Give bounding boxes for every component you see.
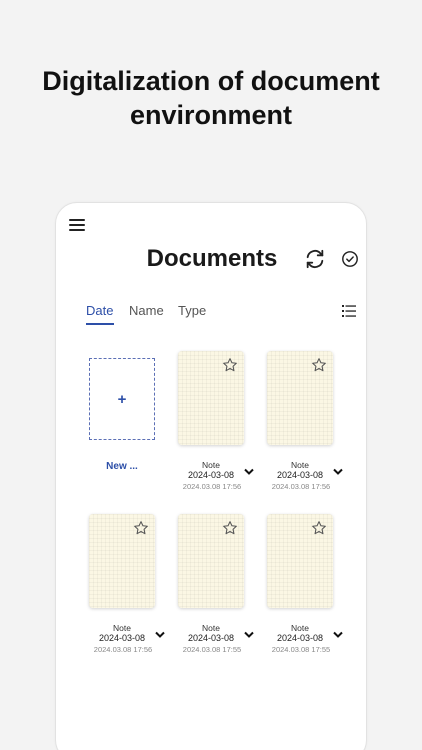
sync-icon[interactable] [304,248,326,270]
star-icon[interactable] [222,520,238,536]
promo-headline: Digitalization of document environment [0,64,422,132]
document-thumbnail[interactable] [178,514,244,608]
active-tab-indicator [86,323,114,325]
document-thumbnail[interactable] [89,514,155,608]
star-icon[interactable] [222,357,238,373]
document-date: 2024-03-08 [187,633,235,643]
document-date: 2024-03-08 [98,633,146,643]
document-timestamp: 2024.03.08 17:55 [271,645,331,654]
document-date: 2024-03-08 [187,470,235,480]
document-timestamp: 2024.03.08 17:56 [93,645,153,654]
tab-name[interactable]: Name [129,303,164,318]
document-timestamp: 2024.03.08 17:56 [182,482,242,491]
document-thumbnail[interactable] [267,351,333,445]
document-date: 2024-03-08 [276,470,324,480]
document-name: Note [202,623,220,633]
document-date: 2024-03-08 [276,633,324,643]
document-timestamp: 2024.03.08 17:55 [182,645,242,654]
chevron-down-icon[interactable] [333,631,343,639]
chevron-down-icon[interactable] [155,631,165,639]
document-name: Note [113,623,131,633]
headline-line-1: Digitalization of document [42,66,380,96]
star-icon[interactable] [311,357,327,373]
tab-date[interactable]: Date [86,303,113,318]
new-document-label[interactable]: New ... [89,461,155,472]
hamburger-menu-icon[interactable] [69,219,85,231]
document-thumbnail[interactable] [178,351,244,445]
document-name: Note [202,460,220,470]
star-icon[interactable] [311,520,327,536]
document-thumbnail[interactable] [267,514,333,608]
document-name: Note [291,623,309,633]
plus-icon: + [117,390,127,408]
app-screen: Documents Date Name Type + New ... Note … [55,202,367,750]
headline-line-2: environment [129,100,293,130]
star-icon[interactable] [133,520,149,536]
document-timestamp: 2024.03.08 17:56 [271,482,331,491]
chevron-down-icon[interactable] [244,631,254,639]
list-view-icon[interactable] [342,305,356,317]
check-circle-icon[interactable] [341,250,359,268]
new-document-button[interactable]: + [89,358,155,440]
chevron-down-icon[interactable] [333,468,343,476]
chevron-down-icon[interactable] [244,468,254,476]
document-name: Note [291,460,309,470]
tab-type[interactable]: Type [178,303,206,318]
